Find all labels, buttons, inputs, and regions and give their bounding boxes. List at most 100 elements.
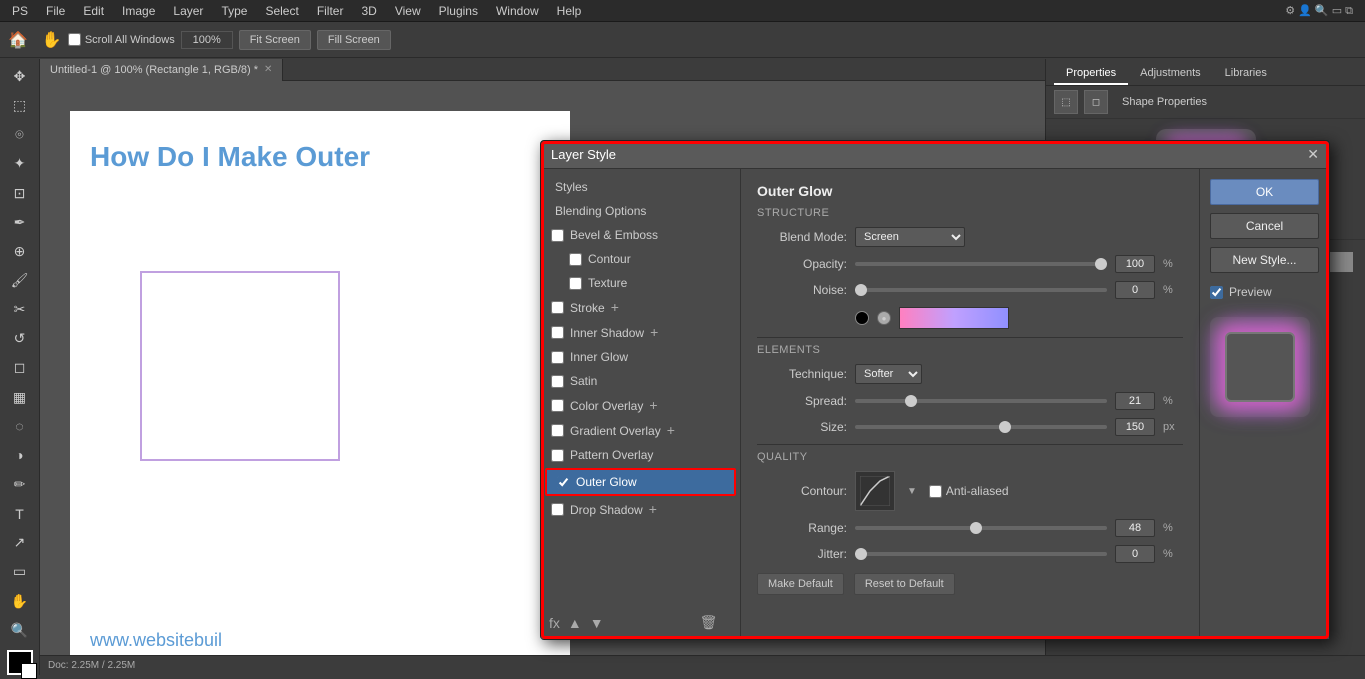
move-tool[interactable]: ✥ [6,63,34,90]
outer-glow-checkbox[interactable] [557,476,570,489]
blur-tool[interactable]: ◌ [6,413,34,440]
inner-shadow-plus-icon[interactable]: + [650,324,658,340]
scroll-all-checkbox[interactable] [68,33,81,46]
preview-checkbox[interactable] [1210,286,1223,299]
delete-icon[interactable]: 🗑 [700,614,718,631]
spread-input[interactable] [1115,392,1155,410]
eyedropper-tool[interactable]: ✒ [6,209,34,236]
stroke-item[interactable]: Stroke + [541,295,740,320]
tab-properties[interactable]: Properties [1054,63,1128,85]
pattern-overlay-checkbox[interactable] [551,449,564,462]
menu-type[interactable]: Type [213,2,255,20]
move-up-icon[interactable]: ▲ [568,615,582,631]
inner-shadow-checkbox[interactable] [551,326,564,339]
pen-tool[interactable]: ✏ [6,471,34,498]
reset-to-default-button[interactable]: Reset to Default [854,573,955,595]
path-selection-tool[interactable]: ↗ [6,529,34,556]
menu-file[interactable]: File [38,2,73,20]
fit-screen-button[interactable]: Fit Screen [239,30,311,50]
jitter-input[interactable] [1115,545,1155,563]
color-swatch[interactable] [899,307,1009,329]
fx-icon[interactable]: fx [549,615,560,631]
gradient-overlay-checkbox[interactable] [551,424,564,437]
bevel-emboss-item[interactable]: Bevel & Emboss [541,223,740,247]
jitter-slider[interactable] [855,552,1107,556]
menu-select[interactable]: Select [257,2,306,20]
menu-layer[interactable]: Layer [165,2,211,20]
foreground-background-colors[interactable] [7,650,33,675]
gradient-overlay-item[interactable]: Gradient Overlay + [541,418,740,443]
shape-icon-2[interactable]: ◻ [1084,90,1108,114]
gradient-overlay-plus-icon[interactable]: + [667,422,675,438]
clone-stamp-tool[interactable]: ✂ [6,296,34,323]
outer-glow-item[interactable]: Outer Glow [545,468,736,496]
inner-shadow-item[interactable]: Inner Shadow + [541,320,740,345]
menu-window[interactable]: Window [488,2,547,20]
ok-button[interactable]: OK [1210,179,1319,205]
gradient-tool[interactable]: ▦ [6,384,34,411]
menu-filter[interactable]: Filter [309,2,352,20]
contour-dropdown-icon[interactable]: ▼ [903,486,921,497]
menu-3d[interactable]: 3D [353,2,384,20]
drop-shadow-item[interactable]: Drop Shadow + [541,497,740,522]
eraser-tool[interactable]: ◻ [6,354,34,381]
bevel-emboss-checkbox[interactable] [551,229,564,242]
styles-item[interactable]: Styles [541,175,740,199]
range-input[interactable] [1115,519,1155,537]
technique-select[interactable]: Softer Precise [855,364,922,384]
drop-shadow-plus-icon[interactable]: + [649,501,657,517]
healing-brush-tool[interactable]: ⊕ [6,238,34,265]
inner-glow-item[interactable]: Inner Glow [541,345,740,369]
color-overlay-checkbox[interactable] [551,399,564,412]
contour-checkbox[interactable] [569,253,582,266]
spread-slider[interactable] [855,399,1107,403]
opacity-slider[interactable] [855,262,1107,266]
hand-tool-icon[interactable]: ✋ [42,30,62,50]
lasso-tool[interactable]: ⌾ [6,121,34,148]
type-tool[interactable]: T [6,500,34,527]
fill-screen-button[interactable]: Fill Screen [317,30,391,50]
drop-shadow-checkbox[interactable] [551,503,564,516]
marquee-tool[interactable]: ⬚ [6,92,34,119]
cancel-button[interactable]: Cancel [1210,213,1319,239]
menu-ps[interactable]: PS [4,2,36,20]
magic-wand-tool[interactable]: ✦ [6,150,34,177]
hand-tool[interactable]: ✋ [6,588,34,615]
blending-options-item[interactable]: Blending Options [541,199,740,223]
color-overlay-item[interactable]: Color Overlay + [541,393,740,418]
shape-tool[interactable]: ▭ [6,558,34,585]
shape-icon[interactable]: ⬚ [1054,90,1078,114]
history-brush-tool[interactable]: ↺ [6,325,34,352]
zoom-tool[interactable]: 🔍 [6,617,34,644]
anti-aliased-checkbox[interactable] [929,485,942,498]
satin-checkbox[interactable] [551,375,564,388]
inner-glow-checkbox[interactable] [551,351,564,364]
stroke-checkbox[interactable] [551,301,564,314]
move-down-icon[interactable]: ▼ [590,615,604,631]
contour-item[interactable]: Contour [541,247,740,271]
black-dot[interactable] [855,311,869,325]
dialog-close-button[interactable]: ✕ [1307,146,1319,163]
brush-tool[interactable]: 🖌 [6,267,34,294]
contour-preview[interactable] [855,471,895,511]
tab-libraries[interactable]: Libraries [1213,63,1279,85]
texture-item[interactable]: Texture [541,271,740,295]
menu-edit[interactable]: Edit [75,2,112,20]
dodge-tool[interactable]: ◑ [6,442,34,469]
stroke-plus-icon[interactable]: + [611,299,619,315]
noise-slider[interactable] [855,288,1107,292]
menu-image[interactable]: Image [114,2,163,20]
menu-help[interactable]: Help [549,2,590,20]
crop-tool[interactable]: ⊡ [6,180,34,207]
color-overlay-plus-icon[interactable]: + [649,397,657,413]
gradient-dot[interactable]: ● [877,311,891,325]
blend-mode-select[interactable]: Screen Normal Multiply Lighten [855,227,965,247]
menu-plugins[interactable]: Plugins [431,2,486,20]
tab-adjustments[interactable]: Adjustments [1128,63,1213,85]
new-style-button[interactable]: New Style... [1210,247,1319,273]
size-input[interactable] [1115,418,1155,436]
home-icon[interactable]: 🏠 [8,30,28,50]
doc-tab[interactable]: Untitled-1 @ 100% (Rectangle 1, RGB/8) *… [40,59,283,81]
zoom-input[interactable] [181,31,233,49]
noise-input[interactable] [1115,281,1155,299]
